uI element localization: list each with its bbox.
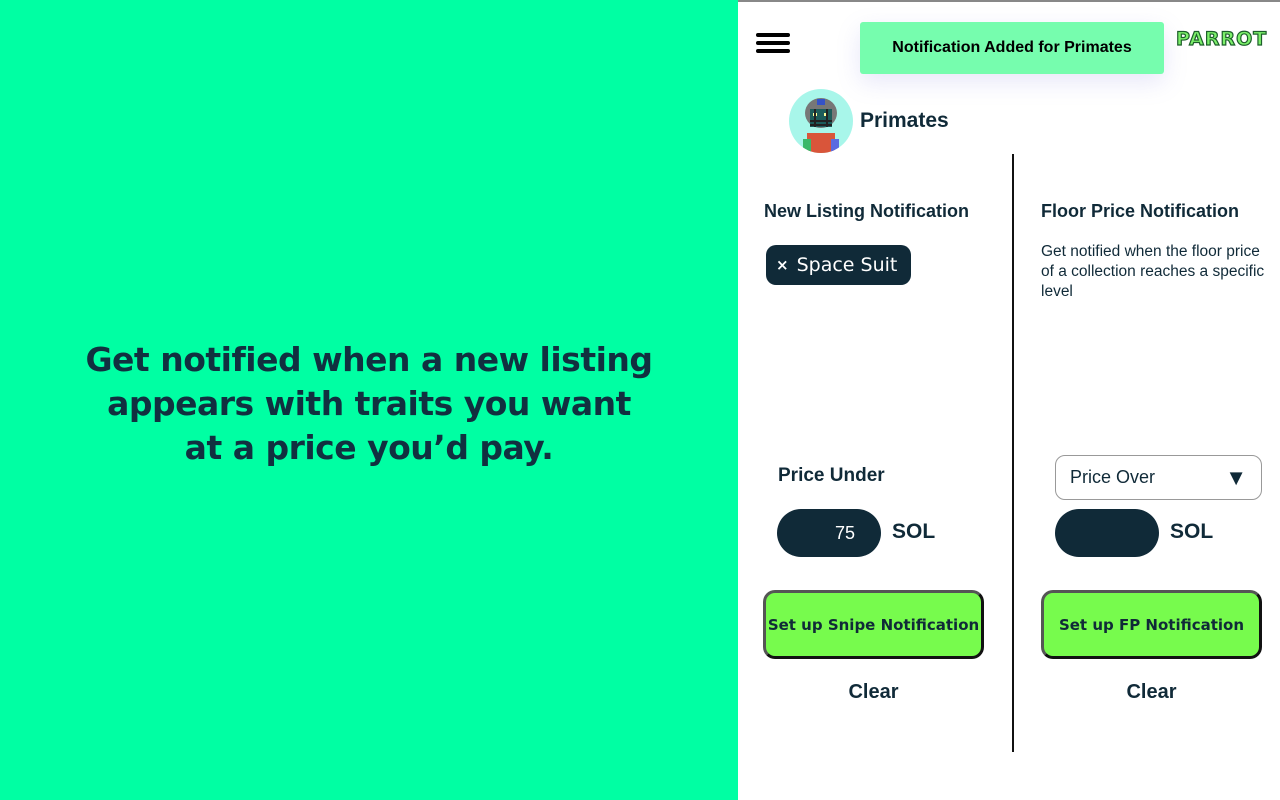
price-under-input[interactable] (777, 509, 881, 557)
parrot-logo: PARROT (1175, 27, 1268, 50)
headline-line: Get notified when a new listing (85, 340, 653, 379)
promo-headline: Get notified when a new listing appears … (0, 338, 738, 470)
menu-icon[interactable] (756, 33, 790, 61)
fp-notification-button[interactable]: Set up FP Notification (1041, 590, 1262, 659)
clear-snipe-button[interactable]: Clear (763, 681, 984, 704)
trait-tag-space-suit[interactable]: × Space Suit (766, 245, 912, 285)
toast-text: Notification Added for Primates (892, 39, 1132, 56)
floor-price-input[interactable] (1055, 509, 1159, 557)
trait-label: Space Suit (796, 254, 898, 276)
new-listing-title: New Listing Notification (764, 201, 969, 221)
sol-unit: SOL (1170, 520, 1214, 543)
column-divider (1012, 154, 1014, 752)
headline-line: appears with traits you want (107, 384, 631, 423)
price-under-label: Price Under (778, 465, 885, 486)
floor-price-title: Floor Price Notification (1041, 201, 1240, 221)
extension-panel: Notification Added for Primates PARROT P… (738, 0, 1280, 800)
select-value: Price Over (1070, 467, 1156, 487)
promo-panel: Get notified when a new listing appears … (0, 0, 738, 800)
collection-avatar (789, 89, 853, 153)
notification-toast: Notification Added for Primates (860, 22, 1164, 74)
collection-name: Primates (860, 109, 949, 132)
clear-fp-button[interactable]: Clear (1041, 681, 1262, 704)
caret-down-icon: ▼ (1225, 464, 1247, 490)
snipe-notification-button[interactable]: Set up Snipe Notification (763, 590, 984, 659)
headline-line: at a price you’d pay. (184, 428, 554, 467)
price-condition-select[interactable]: Price Over ▼ (1055, 455, 1262, 500)
sol-unit: SOL (892, 520, 936, 543)
remove-icon[interactable]: × (776, 256, 789, 274)
floor-price-description: Get notified when the floor price of a c… (1041, 243, 1265, 300)
